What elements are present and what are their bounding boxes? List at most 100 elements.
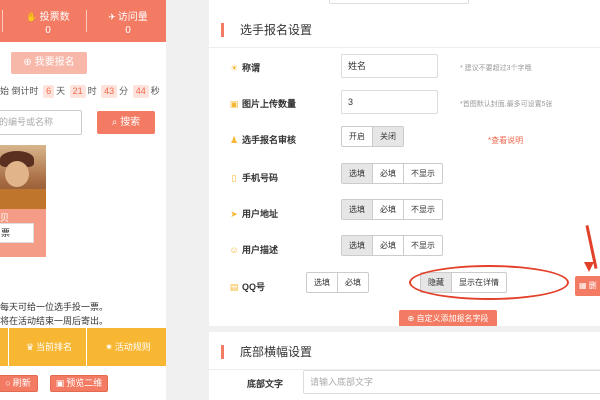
countdown-hours: 21 [69, 85, 86, 98]
add-custom-field-label: 自定义添加报名字段 [416, 314, 489, 323]
bottom-nav-divider [8, 328, 9, 366]
search-button-label: 搜索 [120, 117, 141, 128]
vote-count-value: 0 [45, 25, 51, 36]
visit-count-stat: ✈ 访问量 0 [88, 8, 166, 36]
phone-option-optional[interactable]: 选填 [342, 164, 373, 183]
row-desc-label: ☺ 用户描述 [229, 243, 278, 256]
qrcode-preview-button[interactable]: ▣ 预览二维码 [50, 375, 108, 400]
row-title-label: ☀ 称谓 [229, 61, 260, 74]
nav-rules-label: 活动规则 [114, 342, 151, 352]
rules-icon: ✷ [105, 342, 113, 352]
stats-divider [2, 10, 3, 32]
row-review-text: 选手报名审核 [242, 135, 297, 145]
view-explanation-link[interactable]: *查看说明 [488, 135, 523, 146]
add-custom-field-button[interactable]: ⊕ 自定义添加报名字段 [399, 310, 497, 327]
row-review-label: ♟ 选手报名审核 [229, 133, 296, 146]
annotation-arrowhead [584, 262, 594, 272]
bottom-nav-divider [86, 328, 87, 366]
nav-rules[interactable]: ✷ 活动规则 [96, 328, 160, 366]
qq-option-group: 选填 必填 [306, 272, 369, 293]
vote-button[interactable]: 票 [0, 223, 34, 243]
desc-option-optional[interactable]: 选填 [342, 236, 373, 255]
phone-option-hidden[interactable]: 不显示 [404, 164, 442, 183]
countdown-label: 倒计时 [11, 86, 39, 96]
delete-button[interactable]: ▦ 删 [575, 276, 600, 296]
nav-ranking-label: 当前排名 [36, 342, 73, 352]
countdown: 始 倒计时 6天 21 时 43 分 44 秒 [0, 84, 160, 98]
location-icon: ➤ [230, 209, 238, 219]
sun-icon: ☀ [229, 63, 239, 73]
phone-option-required[interactable]: 必填 [373, 164, 404, 183]
section-title: 底部横幅设置 [240, 345, 313, 359]
settings-panel: 选手报名设置 ☀ 称谓 姓名 * 建议不要超过3个字哦 ▣ 图片上传数量 3 *首图… [209, 0, 600, 400]
image-count-hint: *首图默认封面,最多可设置5张 [460, 101, 553, 108]
countdown-hours-unit: 时 [87, 86, 97, 96]
refresh-button-label: 刷新 [12, 378, 31, 388]
countdown-days: 6 [43, 85, 55, 98]
row-image-count-text: 图片上传数量 [242, 99, 297, 109]
qrcode-icon: ▣ [55, 378, 65, 388]
row-phone-label: ▯ 手机号码 [229, 171, 279, 184]
countdown-minutes: 43 [101, 85, 118, 98]
title-input[interactable]: 姓名 [341, 54, 438, 78]
qq-option-required[interactable]: 必填 [338, 273, 368, 292]
app-root: ✋ 投票数 0 ✈ 访问量 0 ⊕ 我要报名 始 倒计时 6天 21 时 43 分 44… [0, 0, 600, 400]
vote-count-stat: ✋ 投票数 0 [8, 8, 88, 36]
refresh-button[interactable]: ○ 刷新 [0, 375, 38, 392]
refresh-icon: ○ [5, 378, 11, 388]
countdown-seconds: 44 [132, 85, 149, 98]
section-accent-bar [221, 345, 224, 359]
send-icon: ✈ [108, 12, 116, 22]
section-banner-header: 底部横幅设置 [209, 332, 600, 370]
desc-option-required[interactable]: 必填 [373, 236, 404, 255]
countdown-prefix: 始 [0, 86, 10, 96]
trash-icon: ▦ [579, 281, 589, 290]
banner-text-label: 底部文字 [247, 379, 284, 389]
desc-option-hidden[interactable]: 不显示 [404, 236, 442, 255]
search-input[interactable]: 的编号或名称 [0, 110, 82, 135]
qq-option-optional[interactable]: 选填 [307, 273, 338, 292]
trophy-icon: ♛ [25, 342, 35, 352]
row-address-text: 用户地址 [242, 209, 279, 219]
search-icon: ⌕ [111, 117, 121, 128]
qrcode-preview-button-label: 预览二维码 [66, 378, 103, 400]
stats-bar: ✋ 投票数 0 ✈ 访问量 0 [0, 0, 166, 42]
banner-text-input[interactable]: 请输入底部文字 [303, 370, 600, 394]
signup-button[interactable]: ⊕ 我要报名 [11, 52, 87, 74]
review-option-off[interactable]: 关闭 [373, 127, 403, 146]
top-input-stub [329, 0, 469, 4]
row-qq-label: ▤ QQ号 [229, 280, 265, 293]
document-icon: ▤ [229, 282, 239, 292]
plus-circle-icon: ⊕ [23, 57, 35, 68]
notice-text: 每天可给一位选手投一票。 将在活动结束一周后寄出。 [0, 300, 108, 328]
image-count-input[interactable]: 3 [341, 90, 438, 114]
address-option-group: 选填 必填 不显示 [341, 199, 443, 220]
desc-option-group: 选填 必填 不显示 [341, 235, 443, 256]
row-desc-text: 用户描述 [242, 245, 279, 255]
user-icon: ♟ [229, 135, 239, 145]
nav-ranking[interactable]: ♛ 当前排名 [18, 328, 80, 366]
image-icon: ▣ [229, 99, 239, 109]
title-hint: * 建议不要超过3个字哦 [460, 65, 532, 72]
address-option-required[interactable]: 必填 [373, 200, 404, 219]
row-image-count-label: ▣ 图片上传数量 [229, 97, 296, 110]
avatar [0, 145, 46, 209]
signup-button-label: 我要报名 [34, 57, 75, 68]
section-title: 选手报名设置 [240, 23, 313, 37]
row-title-text: 称谓 [242, 63, 261, 73]
review-option-on[interactable]: 开启 [342, 127, 373, 146]
contestant-card[interactable]: 贝 票 [0, 145, 46, 257]
visit-count-label: 访问量 [117, 12, 148, 23]
section-accent-bar [221, 23, 224, 37]
address-option-hidden[interactable]: 不显示 [404, 200, 442, 219]
search-button[interactable]: ⌕ 搜索 [97, 111, 155, 134]
notice-line: 将在活动结束一周后寄出。 [0, 316, 109, 326]
stats-divider [86, 10, 87, 32]
address-option-optional[interactable]: 选填 [342, 200, 373, 219]
delete-button-label: 删 [588, 281, 597, 290]
bottom-nav: ♛ 当前排名 ✷ 活动规则 [0, 328, 166, 366]
row-phone-text: 手机号码 [242, 173, 279, 183]
highlight-oval [409, 265, 569, 300]
visit-count-value: 0 [125, 25, 131, 36]
phone-icon: ▯ [231, 173, 237, 183]
